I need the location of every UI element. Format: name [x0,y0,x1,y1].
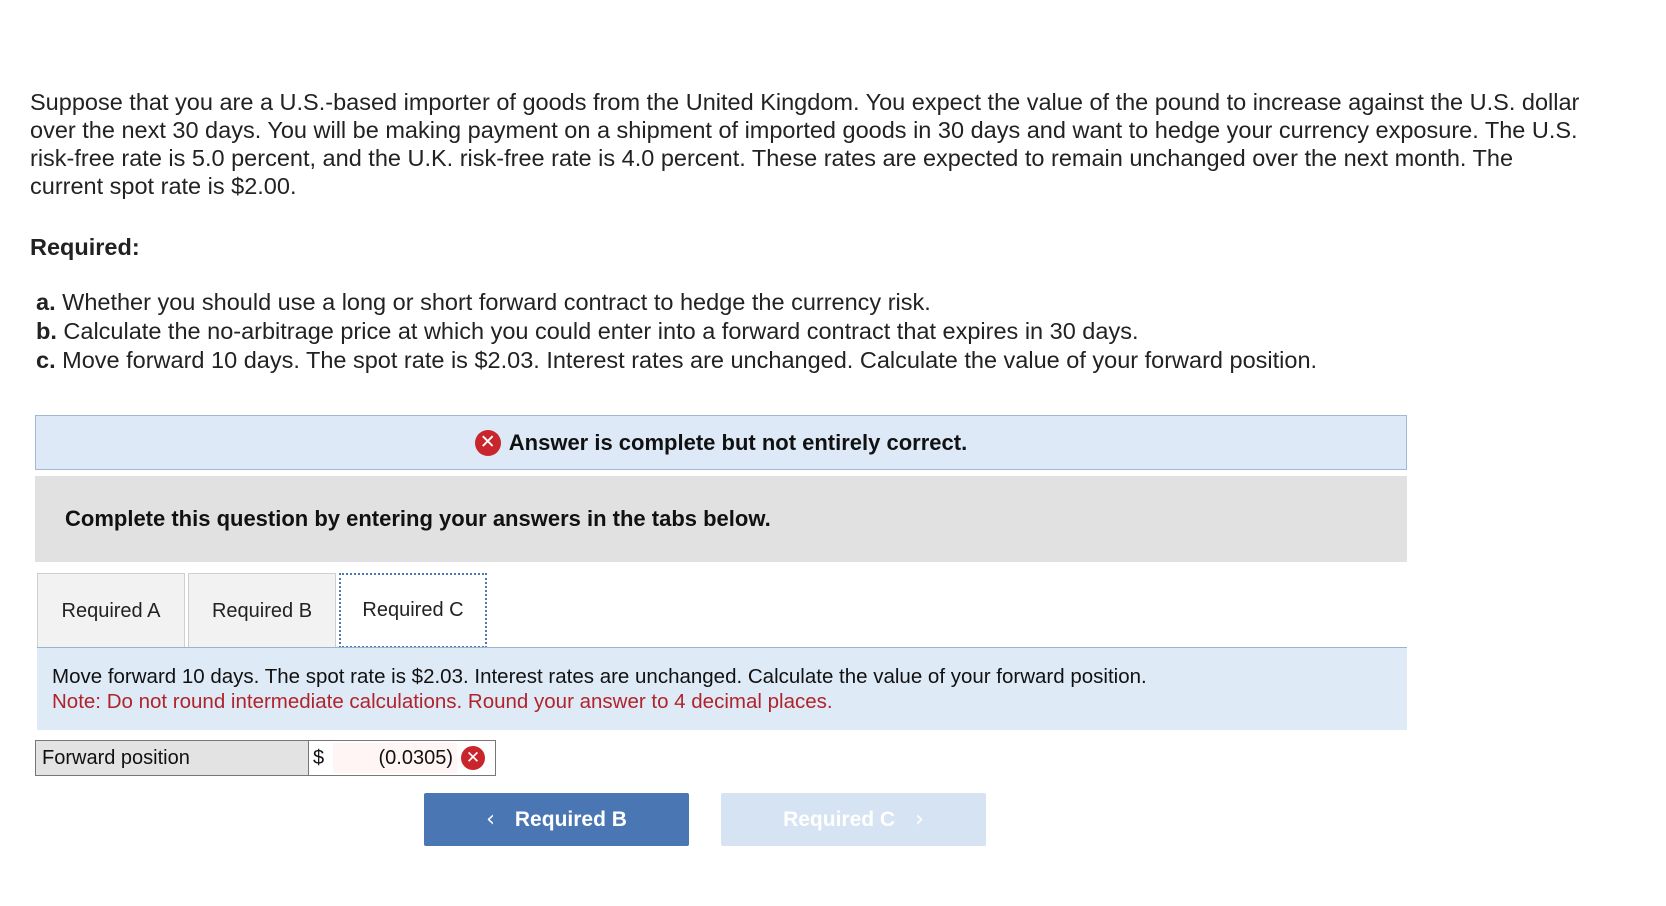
tab-required-b[interactable]: Required B [188,573,336,648]
answer-row: Forward position $ ✕ [35,740,496,776]
feedback-text: Answer is complete but not entirely corr… [508,429,968,455]
required-item-letter: b. [36,318,57,344]
instructions-box: Complete this question by entering your … [35,476,1407,562]
instructions-text: Complete this question by entering your … [65,506,771,531]
next-required-c-button[interactable]: Required C › [721,793,986,846]
required-item-text: Calculate the no-arbitrage price at whic… [63,318,1139,344]
incorrect-icon: ✕ [461,746,485,770]
prev-button-label: Required B [514,807,627,831]
required-heading: Required: [30,234,140,260]
required-item-text: Move forward 10 days. The spot rate is $… [62,347,1318,373]
required-item-letter: a. [36,289,56,315]
feedback-banner: ✕ Answer is complete but not entirely co… [35,415,1407,470]
tab-bar: Required A Required B Required C [37,573,490,648]
problem-statement: Suppose that you are a U.S.-based import… [30,89,1580,199]
prev-required-b-button[interactable]: ‹ Required B [424,793,689,846]
panel-note: Note: Do not round intermediate calculat… [52,690,833,713]
currency-symbol: $ [313,746,325,769]
required-item-c: c. Move forward 10 days. The spot rate i… [36,346,1317,375]
chevron-left-icon: ‹ [486,807,495,832]
forward-position-input[interactable] [333,743,457,773]
required-item-b: b. Calculate the no-arbitrage price at w… [36,317,1317,346]
tab-required-c[interactable]: Required C [339,573,487,648]
required-item-letter: c. [36,347,56,373]
x-circle-icon: ✕ [474,429,501,456]
required-list: a. Whether you should use a long or shor… [36,288,1317,375]
panel-question: Move forward 10 days. The spot rate is $… [52,665,1147,688]
tab-label: Required B [211,599,313,622]
chevron-right-icon: › [915,807,924,832]
answer-cell: $ ✕ [309,741,495,775]
required-item-text: Whether you should use a long or short f… [62,289,931,315]
tab-label: Required A [61,599,161,622]
answer-label: Forward position [36,741,309,775]
tab-panel-required-c: Move forward 10 days. The spot rate is $… [37,648,1407,730]
required-item-a: a. Whether you should use a long or shor… [36,288,1317,317]
next-button-label: Required C [783,807,896,831]
tab-required-a[interactable]: Required A [37,573,185,648]
tab-label: Required C [362,599,464,621]
